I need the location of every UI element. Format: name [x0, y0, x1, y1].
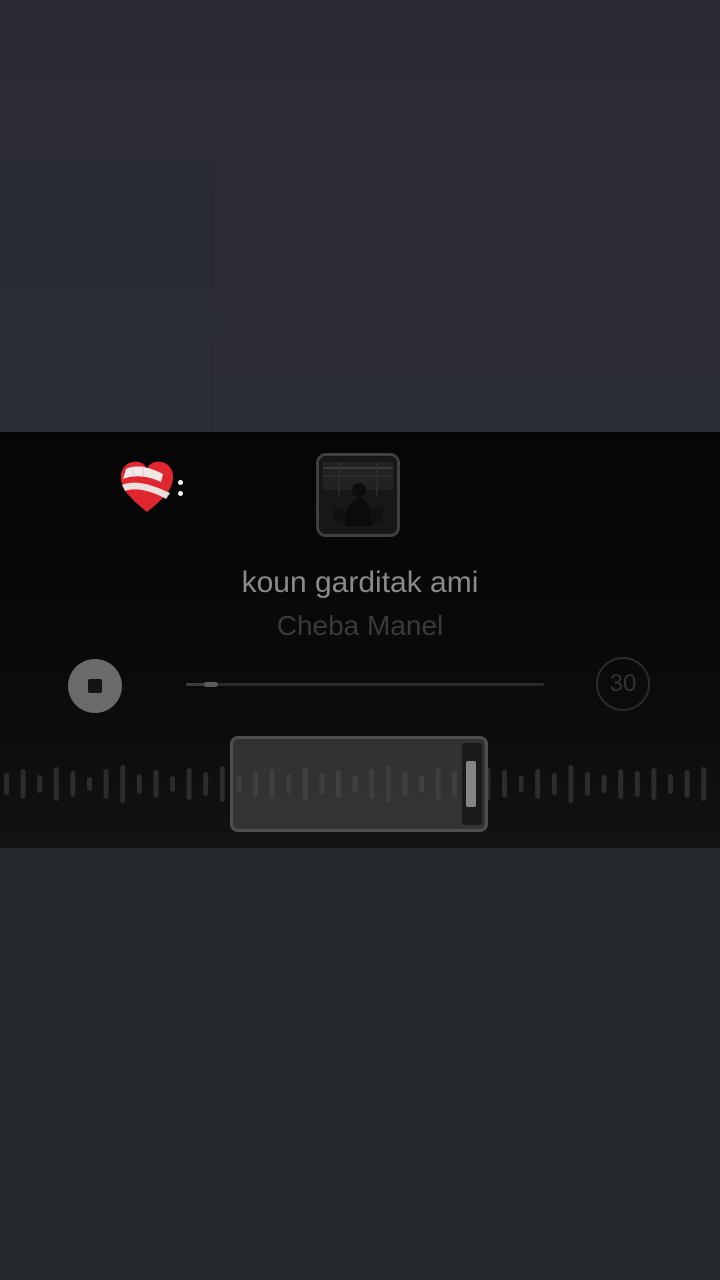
- waveform-bar: [551, 773, 557, 795]
- background-top: [0, 0, 720, 432]
- handle-grip: [466, 761, 476, 807]
- more-options-icon[interactable]: [178, 480, 186, 502]
- waveform-bar: [219, 766, 225, 802]
- album-art: [316, 453, 400, 537]
- waveform-bar: [20, 769, 26, 799]
- waveform-bar: [186, 768, 192, 800]
- stop-icon: [88, 679, 102, 693]
- waveform-bar: [53, 767, 59, 801]
- waveform-bar: [70, 771, 76, 797]
- waveform-bar: [136, 774, 142, 794]
- waveform-bar: [651, 768, 657, 800]
- waveform-bar: [37, 775, 43, 793]
- waveform-bar: [4, 773, 9, 795]
- waveform-bar: [87, 777, 92, 791]
- background-shade: [0, 160, 215, 432]
- waveform-bar: [535, 769, 541, 799]
- waveform-bar: [203, 772, 209, 796]
- clip-end-handle[interactable]: [462, 743, 482, 825]
- clip-selection-window[interactable]: [230, 736, 488, 832]
- album-art-image: [319, 456, 397, 534]
- progress-knob[interactable]: [204, 682, 219, 687]
- waveform-bar: [153, 770, 159, 798]
- waveform-bar: [601, 775, 607, 793]
- waveform-bar: [103, 769, 109, 799]
- waveform-bar: [668, 774, 673, 794]
- artist-name: Cheba Manel: [276, 610, 444, 641]
- waveform-bar: [568, 765, 574, 803]
- mending-heart-icon[interactable]: [118, 459, 176, 515]
- waveform-bar: [634, 771, 640, 797]
- song-title: koun garditak ami: [241, 566, 479, 599]
- waveform-bar: [585, 772, 590, 796]
- waveform-bar: [170, 776, 175, 792]
- waveform-bar: [518, 776, 524, 792]
- waveform-bar: [502, 770, 507, 798]
- waveform-bar: [684, 770, 690, 798]
- stop-button[interactable]: [68, 659, 122, 713]
- waveform-bar: [701, 767, 707, 801]
- waveform-bar: [120, 765, 126, 803]
- playback-progress-bar[interactable]: [186, 682, 544, 687]
- clip-duration-button[interactable]: 30: [596, 657, 650, 711]
- waveform-bar: [618, 769, 624, 799]
- background-bottom: [0, 848, 720, 1280]
